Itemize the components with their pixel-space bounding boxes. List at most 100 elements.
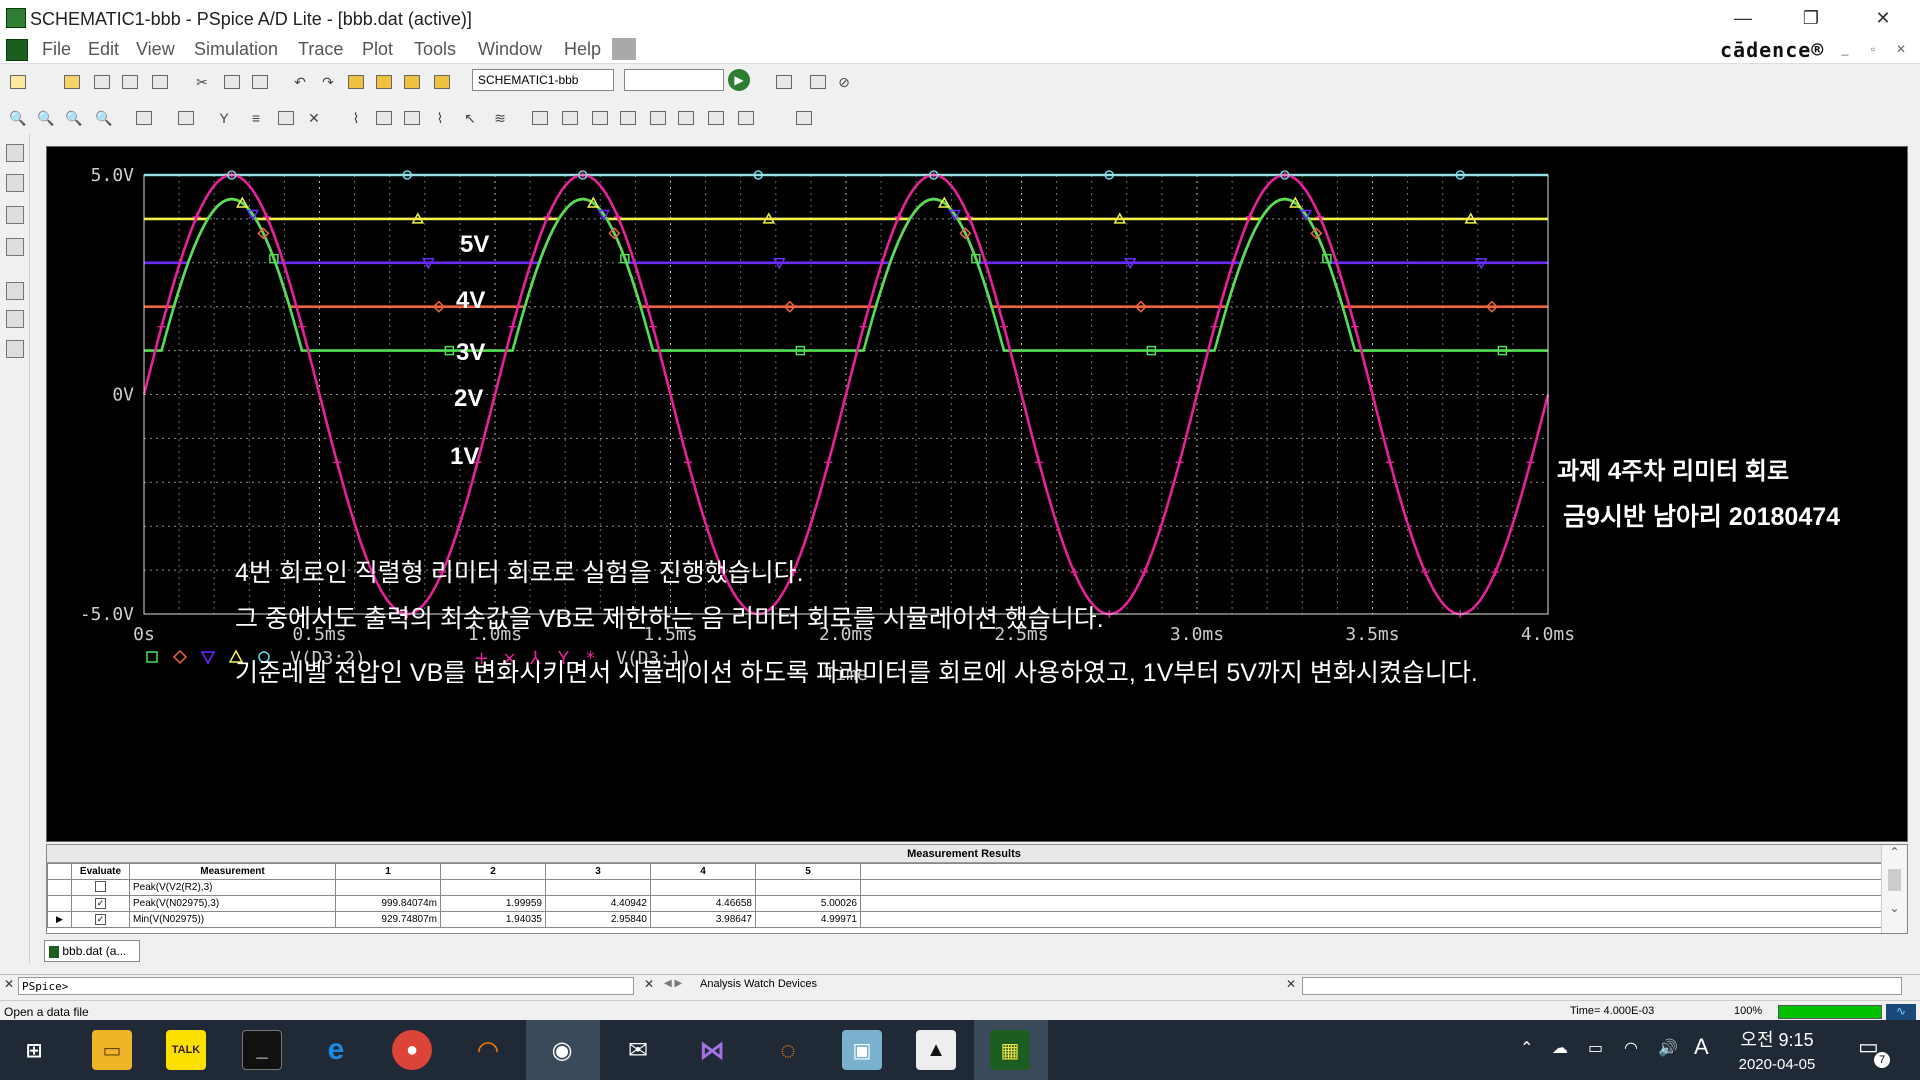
palette-notes-icon[interactable]: [6, 340, 24, 358]
toggle-grid-icon[interactable]: ≋: [490, 108, 510, 128]
palette-output-icon[interactable]: [6, 144, 24, 162]
terminal-icon[interactable]: _: [242, 1030, 282, 1070]
redo-icon[interactable]: ↷: [318, 72, 338, 92]
edit-profile-icon[interactable]: [774, 72, 794, 92]
cursor-tool-1-icon[interactable]: [530, 108, 550, 128]
cursor-peak-icon[interactable]: [374, 108, 394, 128]
cursor-tool-6-icon[interactable]: [676, 108, 696, 128]
undo-icon[interactable]: ↶: [290, 72, 310, 92]
fft-icon[interactable]: ≡: [246, 108, 266, 128]
app-orange-icon[interactable]: ◠: [468, 1030, 508, 1070]
measurement-name[interactable]: Min(V(N02975)): [129, 911, 336, 928]
excel-icon[interactable]: ✕: [304, 108, 324, 128]
tab-bbb-dat[interactable]: bbb.dat (a...: [44, 940, 140, 962]
save-icon[interactable]: [120, 72, 140, 92]
game-controller-icon[interactable]: ◉: [542, 1030, 582, 1070]
palette-simulation-icon[interactable]: [6, 174, 24, 192]
wifi-icon[interactable]: ◠: [1624, 1038, 1638, 1058]
zoom-out-icon[interactable]: 🔍: [36, 108, 56, 128]
command-input[interactable]: PSpice>: [18, 977, 634, 995]
table-row[interactable]: ✓ Peak(V(N02975),3) 999.84074m 1.99959 4…: [47, 895, 1882, 912]
tray-chevron-icon[interactable]: ⌃: [1520, 1038, 1533, 1058]
table-row[interactable]: ▶ ✓ Min(V(N02975)) 929.74807m 1.94035 2.…: [47, 911, 1882, 928]
palette-probe-icon[interactable]: [6, 282, 24, 300]
marker-current-icon[interactable]: [402, 72, 422, 92]
start-icon[interactable]: ⊞: [14, 1030, 54, 1070]
palette-messages-icon[interactable]: [6, 206, 24, 224]
copy-icon[interactable]: [222, 72, 242, 92]
log-y-icon[interactable]: [176, 108, 196, 128]
pspice-app-icon[interactable]: [6, 8, 26, 28]
evaluate-checkbox[interactable]: ✓: [71, 911, 130, 928]
tab-scroll-arrows-icon[interactable]: ◀ ▶: [664, 978, 682, 989]
pspice-taskbar-icon[interactable]: ▦: [990, 1030, 1030, 1070]
file-explorer-icon[interactable]: ▭: [92, 1030, 132, 1070]
cursor-tool-2-icon[interactable]: [560, 108, 580, 128]
open-recent-icon[interactable]: [92, 72, 112, 92]
cut-icon[interactable]: ✂: [192, 72, 212, 92]
menu-window[interactable]: Window: [478, 39, 542, 60]
palette-evaluate-icon[interactable]: [6, 310, 24, 328]
zoom-fit-icon[interactable]: 🔍: [94, 108, 114, 128]
menu-tools[interactable]: Tools: [414, 39, 456, 60]
mdi-close-button[interactable]: ✕: [1890, 42, 1912, 58]
cursor-tool-7-icon[interactable]: [706, 108, 726, 128]
evaluate-checkbox[interactable]: [71, 879, 130, 896]
table-row[interactable]: Peak(V(V2(R2),3): [47, 879, 1882, 896]
marker-power-icon[interactable]: [432, 72, 452, 92]
row-selector[interactable]: [47, 895, 72, 912]
clock[interactable]: 오전 9:15 2020-04-05: [1730, 1026, 1824, 1073]
stop-icon[interactable]: ⊘: [834, 72, 854, 92]
print-icon[interactable]: [150, 72, 170, 92]
minimize-button[interactable]: —: [1720, 6, 1766, 30]
close-pane-3-icon[interactable]: ✕: [1286, 977, 1296, 991]
paste-icon[interactable]: [250, 72, 270, 92]
menu-edit[interactable]: Edit: [88, 39, 119, 60]
measurement-name[interactable]: Peak(V(N02975),3): [129, 895, 336, 912]
ie-icon[interactable]: e: [316, 1030, 356, 1070]
open-icon[interactable]: [62, 72, 82, 92]
watch-tabs[interactable]: Analysis Watch Devices: [700, 978, 817, 990]
photos-icon[interactable]: ▲: [916, 1030, 956, 1070]
pause-icon[interactable]: [808, 72, 828, 92]
close-pane-2-icon[interactable]: ✕: [644, 977, 654, 991]
schematic-selector[interactable]: SCHEMATIC1-bbb: [472, 69, 614, 91]
palette-topology-icon[interactable]: [6, 238, 24, 256]
cursor-tool-9-icon[interactable]: [794, 108, 814, 128]
kakaotalk-icon[interactable]: TALK: [166, 1030, 206, 1070]
cursor-tool-8-icon[interactable]: [736, 108, 756, 128]
menu-trace[interactable]: Trace: [298, 39, 343, 60]
ime-indicator[interactable]: A: [1694, 1034, 1709, 1060]
measurement-scrollbar[interactable]: ⌃ ⌄: [1881, 845, 1907, 933]
zoom-in-icon[interactable]: 🔍: [8, 108, 28, 128]
measurement-name[interactable]: Peak(V(V2(R2),3): [129, 879, 336, 896]
marker-voltage-icon[interactable]: [374, 72, 394, 92]
menu-file[interactable]: File: [42, 39, 71, 60]
visual-studio-icon[interactable]: ⋈: [692, 1030, 732, 1070]
toggle-cursor-icon[interactable]: ⌇: [346, 108, 366, 128]
battery-icon[interactable]: ▭: [1588, 1038, 1603, 1058]
cursor-tool-3-icon[interactable]: [590, 108, 610, 128]
app-ring-icon[interactable]: ◌: [768, 1030, 808, 1070]
mdi-restore-button[interactable]: ▫: [1862, 42, 1884, 58]
paint-icon[interactable]: ▣: [842, 1030, 882, 1070]
performance-icon[interactable]: [276, 108, 296, 128]
current-row-indicator[interactable]: ▶: [47, 911, 72, 928]
zoom-area-icon[interactable]: 🔍: [64, 108, 84, 128]
simulation-profile-field[interactable]: [624, 69, 724, 91]
onedrive-icon[interactable]: ☁: [1552, 1038, 1568, 1058]
output-pane[interactable]: [1302, 977, 1902, 995]
axis-settings-icon[interactable]: [134, 108, 154, 128]
add-trace-icon[interactable]: Y: [214, 108, 234, 128]
select-icon[interactable]: ↖: [460, 108, 480, 128]
chrome-icon[interactable]: ●: [392, 1030, 432, 1070]
mail-icon[interactable]: ✉: [618, 1030, 658, 1070]
menu-help[interactable]: Help: [564, 39, 601, 60]
mdi-minimize-button[interactable]: _: [1834, 42, 1856, 58]
probe-plot-window[interactable]: 5.0V 0V -5.0V 0s 0.5ms 1.0ms 1.5ms 2.0ms 2.5ms 3.…: [46, 146, 1908, 842]
mark-label-icon[interactable]: ⌇: [430, 108, 450, 128]
markers-icon[interactable]: [346, 72, 366, 92]
cursor-tool-4-icon[interactable]: [618, 108, 638, 128]
cursor-tool-5-icon[interactable]: [648, 108, 668, 128]
menu-plot[interactable]: Plot: [362, 39, 393, 60]
